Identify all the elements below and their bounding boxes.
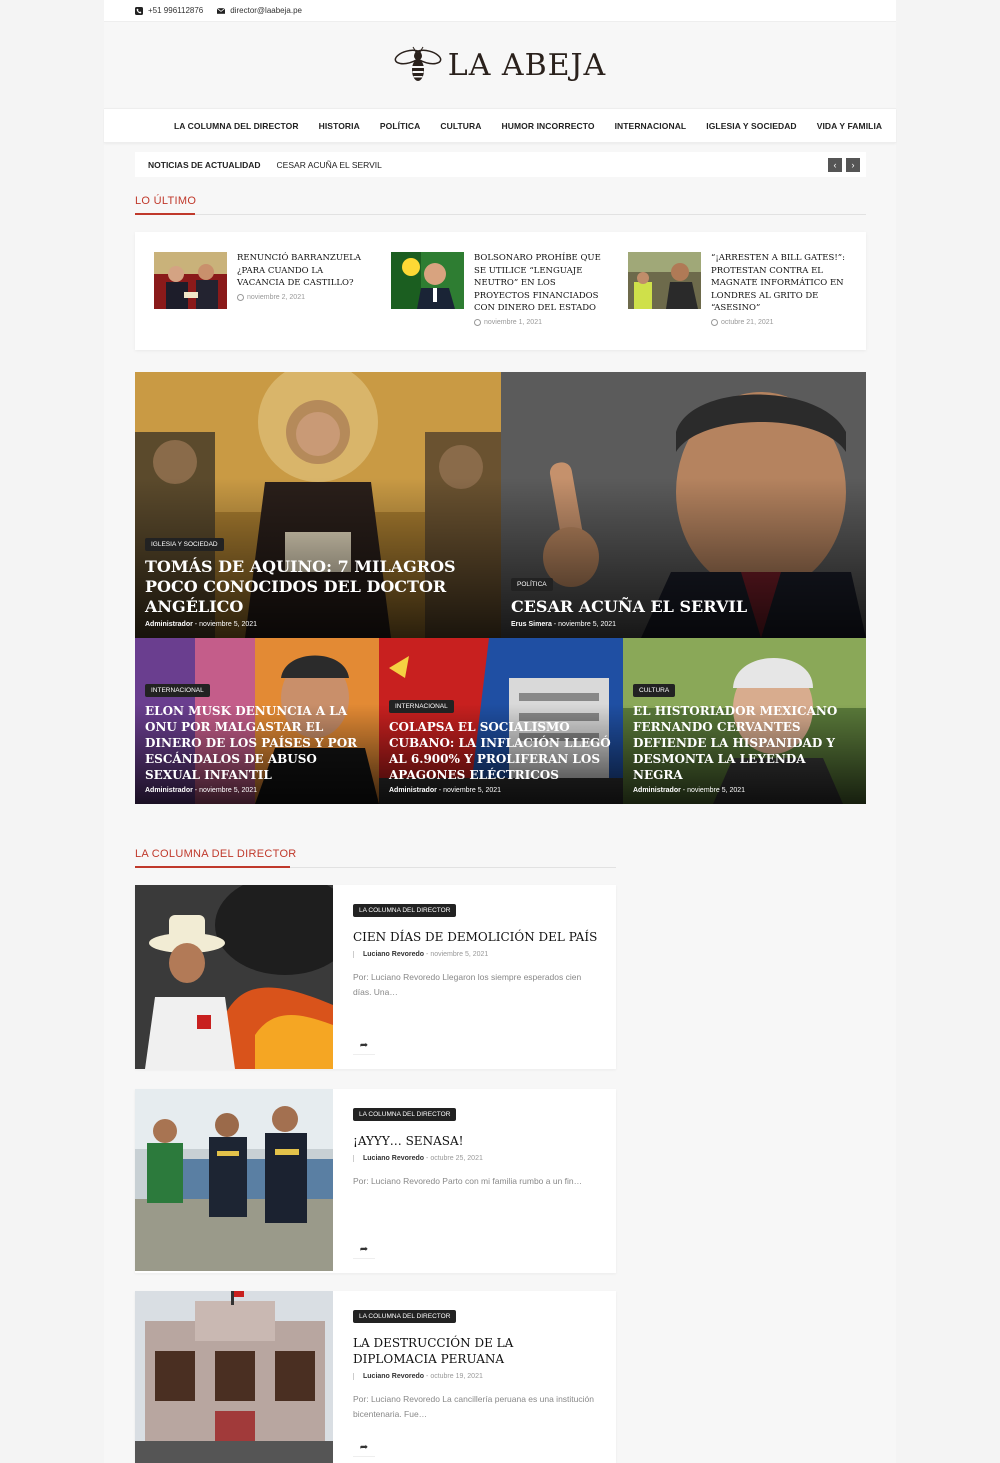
latest-date: noviembre 1, 2021 <box>474 318 609 326</box>
post-image[interactable] <box>135 1089 333 1271</box>
main-nav: LA COLUMNA DEL DIRECTOR HISTORIA POLÍTIC… <box>104 108 896 143</box>
bee-icon <box>394 46 442 81</box>
post-excerpt: Por: Luciano Revoredo La cancillería per… <box>353 1394 594 1419</box>
featured-grid-bottom: INTERNACIONAL ELON MUSK DENUNCIA A LA ON… <box>135 638 866 804</box>
featured-meta: Administrador - noviembre 5, 2021 <box>389 787 502 794</box>
latest-title[interactable]: BOLSONARO PROHÍBE QUE SE UTILICE “LENGUA… <box>474 252 609 315</box>
post-excerpt: Por: Luciano Revoredo Llegaron los siemp… <box>353 972 582 997</box>
featured-title[interactable]: COLAPSA EL SOCIALISMO CUBANO: LA INFLACI… <box>389 719 613 783</box>
brand-name: LA ABEJA <box>447 47 607 83</box>
phone-text: +51 996112876 <box>148 6 204 15</box>
featured-tile[interactable]: INTERNACIONAL ELON MUSK DENUNCIA A LA ON… <box>135 638 379 804</box>
post-title[interactable]: ¡AYYY… SENASA! <box>353 1133 598 1149</box>
post-title[interactable]: CIEN DÍAS DE DEMOLICIÓN DEL PAÍS <box>353 929 598 945</box>
featured-meta: Administrador - noviembre 5, 2021 <box>145 787 258 794</box>
phone-contact[interactable]: +51 996112876 <box>135 6 203 15</box>
article-thumbnail[interactable] <box>391 252 464 309</box>
category-badge[interactable]: LA COLUMNA DEL DIRECTOR <box>353 904 457 917</box>
featured-tile[interactable]: POLÍTICA CESAR ACUÑA EL SERVIL Erus Sime… <box>501 372 866 638</box>
email-text: director@laabeja.pe <box>230 6 302 15</box>
page: +51 996112876 director@laabeja.pe LA ABE… <box>104 0 896 1463</box>
article-thumbnail[interactable] <box>628 252 701 309</box>
column-post: LA COLUMNA DEL DIRECTOR LA DESTRUCCIÓN D… <box>135 1291 616 1463</box>
clock-icon <box>711 318 718 326</box>
category-badge[interactable]: CULTURA <box>633 684 676 697</box>
article-thumbnail[interactable] <box>154 252 227 309</box>
clock-icon <box>237 293 244 301</box>
featured-tile[interactable]: INTERNACIONAL COLAPSA EL SOCIALISMO CUBA… <box>379 638 623 804</box>
category-badge[interactable]: INTERNACIONAL <box>389 700 454 713</box>
post-image[interactable] <box>135 885 333 1069</box>
ticker-headline[interactable]: CESAR ACUÑA EL SERVIL <box>277 160 382 170</box>
featured-tile[interactable]: IGLESIA Y SOCIEDAD TOMÁS DE AQUINO: 7 MI… <box>135 372 501 638</box>
category-badge[interactable]: IGLESIA Y SOCIEDAD <box>145 538 224 551</box>
column-post: LA COLUMNA DEL DIRECTOR ¡AYYY… SENASA! L… <box>135 1089 616 1273</box>
email-contact[interactable]: director@laabeja.pe <box>217 6 302 15</box>
logo[interactable]: LA ABEJA <box>104 22 896 108</box>
category-badge[interactable]: LA COLUMNA DEL DIRECTOR <box>353 1108 457 1121</box>
share-icon[interactable]: ➦ <box>353 1439 375 1457</box>
latest-date: octubre 21, 2021 <box>711 318 846 326</box>
share-icon[interactable]: ➦ <box>353 1241 375 1259</box>
featured-tile[interactable]: CULTURA EL HISTORIADOR MEXICANO FERNANDO… <box>623 638 866 804</box>
latest-title[interactable]: RENUNCIÓ BARRANZUELA ¿PARA CUANDO LA VAC… <box>237 252 372 290</box>
nav-item-cultura[interactable]: CULTURA <box>440 121 481 131</box>
phone-icon <box>135 6 143 15</box>
nav-item-politica[interactable]: POLÍTICA <box>380 121 420 131</box>
nav-item-iglesia[interactable]: IGLESIA Y SOCIEDAD <box>706 121 796 131</box>
share-icon[interactable]: ➦ <box>353 1037 375 1055</box>
nav-item-humor[interactable]: HUMOR INCORRECTO <box>502 121 595 131</box>
post-title[interactable]: LA DESTRUCCIÓN DE LA DIPLOMACIA PERUANA <box>353 1335 598 1367</box>
news-ticker: NOTICIAS DE ACTUALIDAD CESAR ACUÑA EL SE… <box>135 152 866 177</box>
featured-grid-top: IGLESIA Y SOCIEDAD TOMÁS DE AQUINO: 7 MI… <box>135 372 866 638</box>
top-bar: +51 996112876 director@laabeja.pe <box>104 0 896 22</box>
clock-icon <box>474 318 481 326</box>
post-excerpt: Por: Luciano Revoredo Parto con mi famil… <box>353 1176 583 1186</box>
featured-title[interactable]: ELON MUSK DENUNCIA A LA ONU POR MALGASTA… <box>145 703 369 783</box>
nav-item-columna[interactable]: LA COLUMNA DEL DIRECTOR <box>174 121 299 131</box>
featured-meta: Administrador - noviembre 5, 2021 <box>145 621 258 628</box>
featured-title[interactable]: TOMÁS DE AQUINO: 7 MILAGROS POCO CONOCID… <box>145 557 491 617</box>
latest-section-title: LO ÚLTIMO <box>135 195 197 207</box>
nav-item-historia[interactable]: HISTORIA <box>319 121 360 131</box>
featured-meta: Administrador - noviembre 5, 2021 <box>633 787 746 794</box>
chevron-right-icon[interactable]: › <box>846 157 860 172</box>
featured-meta: Erus Simera - noviembre 5, 2021 <box>511 621 617 628</box>
post-meta: Luciano Revoredo - octubre 25, 2021 <box>353 1155 598 1162</box>
nav-menu: LA COLUMNA DEL DIRECTOR HISTORIA POLÍTIC… <box>174 121 882 131</box>
ticker-label: NOTICIAS DE ACTUALIDAD <box>148 159 261 170</box>
envelope-icon <box>217 7 226 14</box>
post-meta: Luciano Revoredo - noviembre 5, 2021 <box>353 951 598 958</box>
section-divider <box>135 213 866 215</box>
column-post: LA COLUMNA DEL DIRECTOR CIEN DÍAS DE DEM… <box>135 885 616 1069</box>
post-image[interactable] <box>135 1291 333 1463</box>
nav-item-internacional[interactable]: INTERNACIONAL <box>615 121 687 131</box>
post-meta: Luciano Revoredo - octubre 19, 2021 <box>353 1373 598 1380</box>
latest-date: noviembre 2, 2021 <box>237 293 372 301</box>
category-badge[interactable]: INTERNACIONAL <box>145 684 210 697</box>
section-divider <box>135 866 616 868</box>
chevron-left-icon[interactable]: ‹ <box>828 157 842 172</box>
column-section-title: LA COLUMNA DEL DIRECTOR <box>135 848 297 860</box>
featured-title[interactable]: EL HISTORIADOR MEXICANO FERNANDO CERVANT… <box>633 703 856 783</box>
category-badge[interactable]: POLÍTICA <box>511 578 553 591</box>
latest-title[interactable]: “¡ARRESTEN A BILL GATES!”: PROTESTAN CON… <box>711 252 846 315</box>
category-badge[interactable]: LA COLUMNA DEL DIRECTOR <box>353 1310 457 1323</box>
featured-title[interactable]: CESAR ACUÑA EL SERVIL <box>511 597 856 617</box>
latest-box: RENUNCIÓ BARRANZUELA ¿PARA CUANDO LA VAC… <box>135 232 866 350</box>
nav-item-vida[interactable]: VIDA Y FAMILIA <box>817 121 882 131</box>
